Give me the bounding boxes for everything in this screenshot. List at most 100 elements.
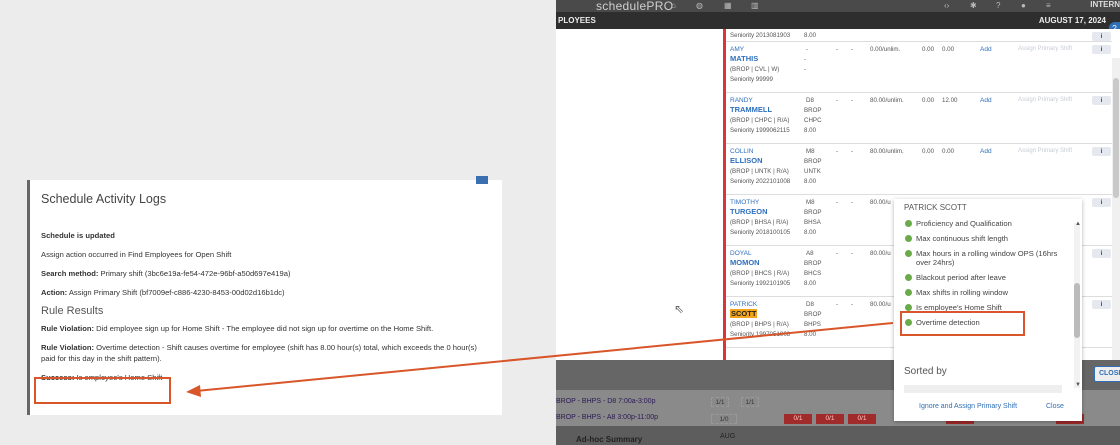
seniority: Seniority 1992101905	[730, 280, 791, 287]
shift-code: -	[806, 46, 809, 53]
shift-hours: 8.00	[804, 331, 817, 338]
info-icon[interactable]: i	[1092, 300, 1111, 309]
employee-last-name[interactable]: TRAMMELL	[730, 105, 772, 114]
scroll-down-icon[interactable]: ▼	[1075, 382, 1081, 388]
employee-first-name[interactable]: AMY	[730, 46, 744, 53]
employee-first-name[interactable]: COLLIN	[730, 148, 753, 155]
assign-primary-shift-button[interactable]: Assign Primary Shift	[1018, 46, 1072, 52]
employee-groups: (BROP | UNTK | R/A)	[730, 168, 789, 175]
employee-first-name[interactable]: DOYAL	[730, 250, 752, 257]
gear-icon[interactable]: ✱	[970, 1, 977, 10]
reports-icon[interactable]: ▥	[751, 1, 759, 10]
shift-hours: 8.00	[804, 127, 817, 134]
search-method-value: Primary shift (3bc6e19a-fe54-472e-96bf-a…	[100, 269, 291, 278]
ignore-and-assign-button[interactable]: Ignore and Assign Primary Shift	[919, 403, 1017, 410]
shift-site: BROP	[804, 311, 822, 318]
shift-site: BROP	[804, 260, 822, 267]
dash: -	[836, 250, 839, 257]
dashboard-icon[interactable]: ◍	[696, 1, 703, 10]
info-icon[interactable]: i	[1092, 45, 1111, 54]
gantt-cell[interactable]: 1/0	[711, 414, 737, 424]
popup-close-button[interactable]: Close	[1046, 403, 1064, 410]
home-icon[interactable]: ⌂	[671, 1, 676, 10]
info-icon[interactable]: i	[1092, 96, 1111, 105]
info-icon[interactable]: i	[1092, 198, 1111, 207]
dash: -	[851, 199, 854, 206]
popup-title: PATRICK SCOTT	[904, 203, 967, 212]
list-scrollbar[interactable]	[1112, 58, 1120, 389]
rule-item: Max shifts in rolling window	[904, 288, 1072, 297]
employee-last-name[interactable]: ELLISON	[730, 156, 763, 165]
panel-corner-tab	[476, 176, 488, 184]
employee-last-name[interactable]: MOMON	[730, 258, 760, 267]
info-icon[interactable]: i	[1092, 249, 1111, 258]
user-icon[interactable]: ●	[1021, 1, 1026, 10]
menu-icon[interactable]: ≡	[1046, 1, 1051, 10]
shift-unit: -	[804, 66, 807, 73]
violation-1-text: Did employee sign up for Home Shift - Th…	[96, 324, 434, 333]
add-button[interactable]: Add	[980, 148, 992, 155]
dash: -	[836, 97, 839, 104]
rule-item: Blackout period after leave	[904, 273, 1072, 282]
shift-code: D8	[806, 97, 814, 104]
employee-groups: (BROP | CHPC | R/A)	[730, 117, 790, 124]
employee-last-name[interactable]: TURGEON	[730, 207, 768, 216]
info-icon[interactable]: i	[1092, 147, 1111, 156]
dash: -	[851, 250, 854, 257]
shift-hours: 8.00	[804, 178, 817, 185]
rule-item-label: Proficiency and Qualification	[916, 219, 1012, 228]
employee-groups: (BROP | BHCS | R/A)	[730, 270, 790, 277]
hours-limit: 80.00/u	[870, 199, 891, 206]
help-icon[interactable]: ?	[996, 1, 1000, 10]
log-updated: Schedule is updated	[41, 231, 115, 240]
assign-primary-shift-button[interactable]: Assign Primary Shift	[1018, 97, 1072, 103]
hours-limit: 80.00/unlim.	[870, 148, 904, 155]
rule-pass-icon	[905, 250, 912, 257]
action-label: Action:	[41, 288, 68, 297]
shift-hours: 8.00	[804, 280, 817, 287]
gantt-cell[interactable]: 1/1	[711, 397, 729, 407]
employee-first-name[interactable]: RANDY	[730, 97, 753, 104]
dash: -	[851, 97, 854, 104]
gantt-red-cell[interactable]: 0/1	[784, 414, 812, 424]
popup-scrollbar[interactable]	[1074, 223, 1080, 388]
scroll-up-icon[interactable]: ▲	[1075, 221, 1081, 227]
modal-header-bar: PLOYEES AUGUST 17, 2024	[556, 12, 1120, 29]
employee-row: AMY MATHIS (BROP | CVL | W) Seniority 99999…	[726, 42, 1112, 93]
employee-first-name[interactable]: TIMOTHY	[730, 199, 759, 206]
gantt-row-1-label[interactable]: BROP - BHPS - D8 7:00a-3:00p	[556, 398, 655, 405]
code-icon[interactable]: ‹›	[944, 1, 949, 10]
shift-code: M8	[806, 199, 815, 206]
gantt-cell[interactable]: 1/1	[741, 397, 759, 407]
employee-first-name[interactable]: PATRICK	[730, 301, 757, 308]
employee-last-name[interactable]: SCOTT	[730, 309, 758, 318]
shift-code: A8	[806, 250, 814, 257]
seniority: Seniority 99999	[730, 76, 773, 83]
close-modal-button[interactable]: CLOSE	[1094, 366, 1120, 382]
left-pane	[556, 29, 723, 360]
dash: -	[836, 199, 839, 206]
employee-last-name[interactable]: MATHIS	[730, 54, 758, 63]
value-1: 0.00	[922, 46, 935, 53]
seniority: Seniority 1997051908	[730, 331, 791, 338]
sort-dropdown[interactable]	[904, 385, 1062, 393]
gantt-red-cell[interactable]: 0/1	[848, 414, 876, 424]
top-nav-bar: schedulePRO ⌂ ◍ ▦ ▥ ‹› ✱ ? ● ≡ INTERN	[556, 0, 1120, 13]
info-icon[interactable]: i	[1092, 32, 1111, 41]
calendar-icon[interactable]: ▦	[724, 1, 732, 10]
add-button[interactable]: Add	[980, 97, 992, 104]
hours-limit: 80.00/unlim.	[870, 97, 904, 104]
dash: -	[851, 46, 854, 53]
rule-item-label: Max hours in a rolling window OPS (16hrs…	[916, 249, 1058, 267]
assign-primary-shift-button[interactable]: Assign Primary Shift	[1018, 148, 1072, 154]
action-value: Assign Primary Shift (bf7009ef-c886-4230…	[68, 288, 285, 297]
log-body: Schedule is updated Assign action occurr…	[41, 230, 492, 391]
rule-pass-icon	[905, 304, 912, 311]
shift-unit: BHPS	[804, 321, 821, 328]
seniority: Seniority 2013081903	[730, 32, 791, 39]
employee-groups: (BROP | BHSA | R/A)	[730, 219, 789, 226]
gantt-red-cell[interactable]: 0/1	[816, 414, 844, 424]
gantt-row-2-label[interactable]: BROP - BHPS - A8 3:00p-11:00p	[556, 414, 658, 421]
seniority: Seniority 2018100105	[730, 229, 791, 236]
add-button[interactable]: Add	[980, 46, 992, 53]
